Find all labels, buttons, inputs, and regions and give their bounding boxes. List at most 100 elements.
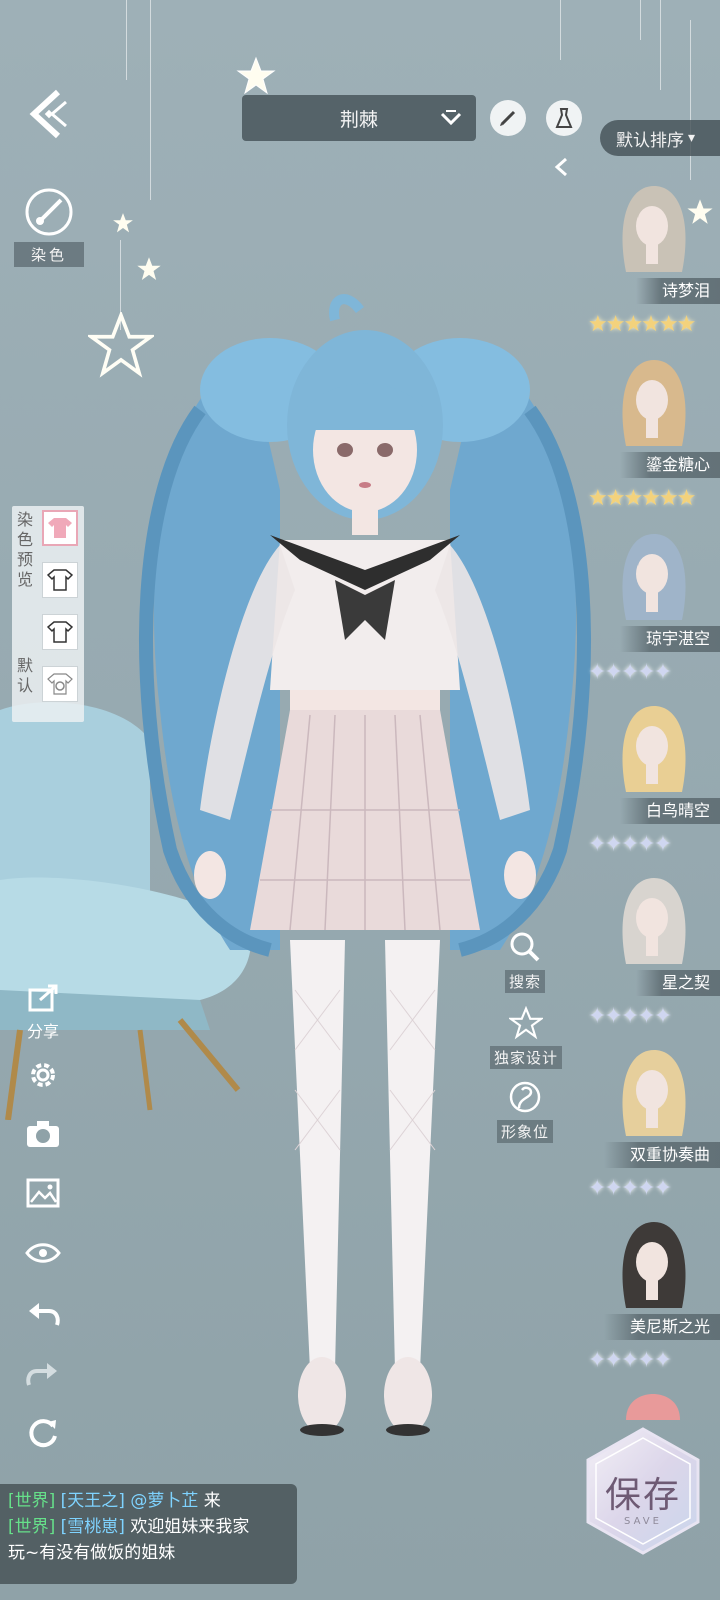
dye-preview-char: 预 [16, 550, 33, 569]
chat-channel: [世界] [8, 1517, 56, 1537]
hair-name: 白鸟晴空 [619, 798, 720, 824]
sparkle-line [660, 0, 661, 90]
dress-icon[interactable] [546, 100, 582, 136]
undo-button[interactable] [22, 1292, 64, 1334]
redo-icon [26, 1363, 57, 1386]
camera-icon [27, 1121, 59, 1147]
dye-label: 染色 [14, 242, 84, 267]
character-avatar [139, 294, 591, 1436]
save-label: 保存 [604, 1475, 681, 1516]
hair-list-item[interactable]: 双重协奏曲 ✦✦✦✦✦ [588, 1042, 720, 1220]
hide-ui-button[interactable] [22, 1232, 64, 1274]
search-button[interactable]: 搜索 [486, 930, 564, 993]
chat-text: 来 [203, 1491, 221, 1511]
hair-list-item[interactable]: 星之契 ✦✦✦✦✦ [588, 870, 720, 1048]
save-sub-label: SAVE [624, 1516, 662, 1527]
rarity-stars: ✦✦✦✦✦ [588, 832, 672, 857]
exclusive-design-button[interactable]: 独家设计 [480, 1005, 572, 1069]
chevron-down-icon [440, 110, 462, 126]
sparkle-line [640, 0, 641, 40]
sparkle-line [150, 0, 151, 200]
rarity-stars: ✦✦✦✦✦ [588, 660, 672, 685]
share-icon [28, 984, 58, 1012]
hair-name: 双重协奏曲 [603, 1142, 720, 1168]
sparkle-line [126, 0, 127, 80]
chat-line: 玩~有没有做饭的姐妹 [8, 1540, 289, 1566]
default-char: 认 [16, 676, 33, 695]
star-decoration-icon [236, 56, 276, 95]
dye-swatch-1[interactable] [42, 562, 78, 598]
hair-list-item[interactable]: 美尼斯之光 ✦✦✦✦✦ [588, 1214, 720, 1392]
hair-thumbnail [622, 360, 686, 446]
chat-line: [世界] [天王之] @萝卜芷 来 [8, 1488, 289, 1514]
hair-thumbnail-partial[interactable] [622, 1394, 684, 1420]
chat-user[interactable]: [天王之] [61, 1491, 125, 1511]
back-arrow-icon[interactable] [22, 86, 78, 142]
avatar-profile-icon [509, 1081, 541, 1113]
rarity-stars: ★★★★★★ [588, 312, 696, 337]
star-outline-icon [507, 1005, 545, 1040]
shirt-icon [47, 569, 73, 591]
chat-line: [世界] [雪桃崽] 欢迎姐妹来我家 [8, 1514, 289, 1540]
sparkle-line [560, 0, 561, 60]
dye-swatch-default[interactable] [42, 666, 78, 702]
hair-name: 诗梦泪 [635, 278, 720, 304]
image-slot-label: 形象位 [496, 1120, 553, 1143]
dye-preview-char: 染 [16, 510, 33, 529]
hair-thumbnail [622, 1222, 686, 1308]
share-label: 分享 [26, 1022, 59, 1041]
dye-swatch-pink[interactable] [42, 510, 78, 546]
shirt-icon [47, 621, 73, 643]
hair-thumbnail [622, 1050, 686, 1136]
search-icon [510, 932, 540, 962]
chat-text: 玩~有没有做饭的姐妹 [8, 1543, 176, 1563]
outfit-name: 荆棘 [339, 108, 378, 131]
default-char: 默 [16, 656, 33, 675]
hair-list-item[interactable]: 白鸟晴空 ✦✦✦✦✦ [588, 698, 720, 876]
star-decoration-icon [113, 213, 133, 233]
hair-list-item[interactable]: 诗梦泪 ★★★★★★ [588, 178, 720, 356]
exclusive-design-label: 独家设计 [489, 1046, 562, 1069]
image-icon [26, 1178, 60, 1208]
redo-button[interactable] [22, 1352, 64, 1394]
shirt-icon [48, 518, 72, 538]
camera-button[interactable] [22, 1113, 64, 1155]
hair-name: 美尼斯之光 [603, 1314, 720, 1340]
hair-name: 琼宇湛空 [619, 626, 720, 652]
share-button[interactable]: 分享 [18, 984, 68, 1042]
dye-preview-panel: 染 色 预 览 默 认 [12, 506, 84, 722]
hair-list-item[interactable]: 鎏金糖心 ★★★★★★ [588, 352, 720, 530]
world-chat-box[interactable]: [世界] [天王之] @萝卜芷 来 [世界] [雪桃崽] 欢迎姐妹来我家 玩~有… [0, 1484, 297, 1584]
star-decoration-icon [137, 257, 161, 281]
dye-preview-char: 览 [16, 570, 33, 589]
gallery-button[interactable] [22, 1172, 64, 1214]
reset-button[interactable] [22, 1412, 64, 1454]
refresh-icon [29, 1419, 57, 1448]
search-label: 搜索 [504, 970, 545, 993]
chat-channel: [世界] [8, 1491, 56, 1511]
rarity-stars: ✦✦✦✦✦ [588, 1348, 672, 1373]
chat-mention[interactable]: @萝卜芷 [130, 1491, 198, 1511]
sort-arrow-icon: ▾ [688, 130, 696, 146]
outfit-dropdown[interactable]: 荆棘 [242, 95, 476, 141]
hair-thumbnail [622, 186, 686, 272]
dye-swatch-2[interactable] [42, 614, 78, 650]
paintbrush-icon [25, 188, 73, 236]
dress-glyph-icon [555, 108, 573, 128]
hair-name: 鎏金糖心 [619, 452, 720, 478]
sort-label: 默认排序 [616, 130, 684, 151]
rarity-stars: ★★★★★★ [588, 486, 696, 511]
chat-user[interactable]: [雪桃崽] [61, 1517, 125, 1537]
sort-dropdown[interactable]: 默认排序 ▾ [600, 120, 720, 156]
image-slot-button[interactable]: 形象位 [486, 1080, 564, 1143]
collapse-list-icon[interactable] [552, 156, 572, 178]
hair-thumbnail [622, 534, 686, 620]
settings-gear-icon[interactable] [22, 1054, 64, 1096]
hair-name: 星之契 [635, 970, 720, 996]
hair-list-item[interactable]: 琼宇湛空 ✦✦✦✦✦ [588, 526, 720, 704]
pen-glyph-icon [500, 110, 516, 126]
save-button[interactable]: 保存 SAVE [584, 1426, 702, 1556]
pen-icon[interactable] [490, 100, 526, 136]
eye-icon [25, 1243, 61, 1263]
dye-button[interactable]: 染色 [14, 186, 84, 267]
